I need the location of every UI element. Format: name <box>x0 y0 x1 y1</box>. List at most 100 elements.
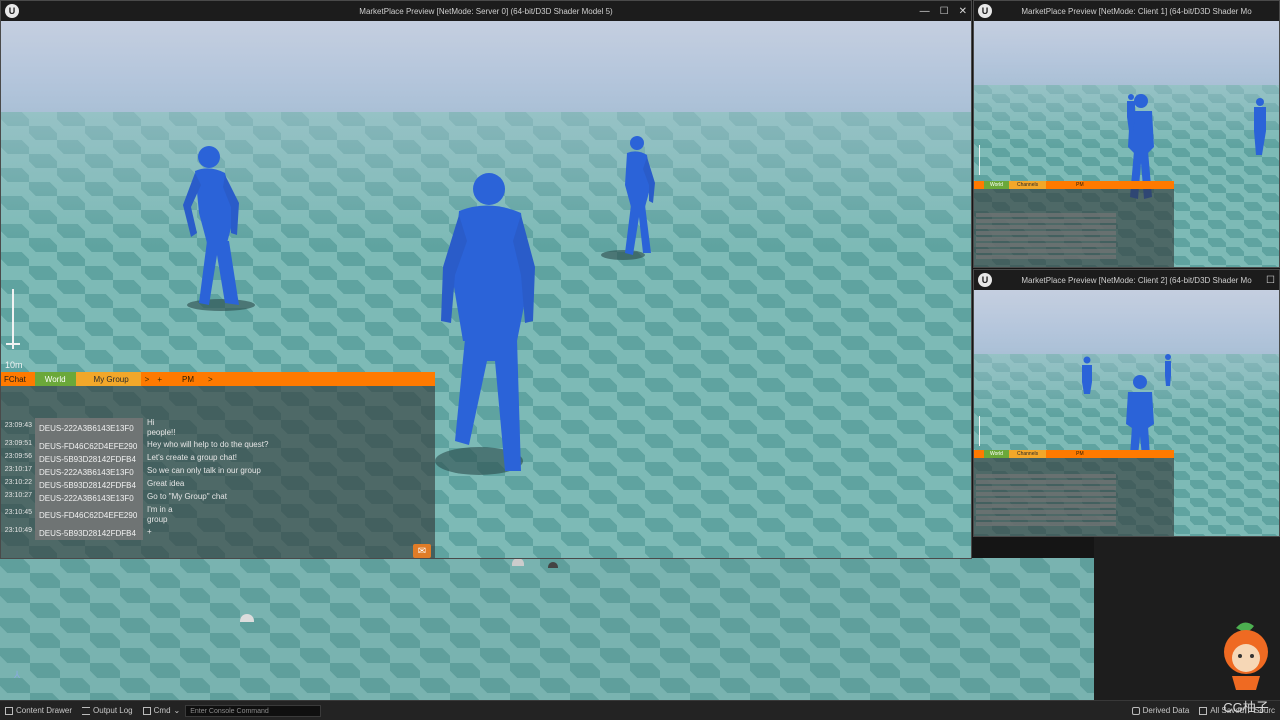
actor-icon[interactable] <box>240 614 254 622</box>
tab-world[interactable]: World <box>984 450 1009 458</box>
game-viewport[interactable]: World Channels PM <box>974 21 1279 267</box>
save-icon <box>1199 706 1208 715</box>
tab-pm[interactable]: PM <box>1046 181 1092 189</box>
message-user[interactable]: DEUS-FD46C62D4EFE290 <box>35 505 143 527</box>
message-time: 23:09:56 <box>4 453 32 460</box>
sky <box>974 290 1279 354</box>
game-viewport[interactable]: World Channels PM <box>974 290 1279 536</box>
unreal-logo-icon: U <box>978 273 992 287</box>
message-time: 23:10:45 <box>4 509 32 516</box>
tab-pm[interactable]: PM <box>1046 450 1092 458</box>
message-text: Hi people!! <box>147 418 176 437</box>
chevron-down-icon: ⌄ <box>173 706 181 715</box>
content-drawer-button[interactable]: Content Drawer <box>0 701 77 720</box>
terminal-icon <box>142 706 151 715</box>
chat-tab-bar: FChat World My Group > + PM > <box>1 372 435 386</box>
message-text: Go to "My Group" chat <box>147 492 227 501</box>
message-user[interactable]: DEUS-222A3B6143E13F0 <box>35 418 143 440</box>
maximize-icon[interactable]: ☐ <box>1266 275 1275 286</box>
tab-my-group[interactable]: My Group <box>75 372 141 386</box>
chat-message: 23:10:27 DEUS-222A3B6143E13F0 Go to "My … <box>1 492 435 505</box>
watermark-logo: CG柚子 <box>1214 618 1278 718</box>
tab-arrow-2[interactable]: > <box>204 372 217 386</box>
window-title: MarketPlace Preview [NetMode: Client 2] … <box>1021 275 1252 285</box>
message-time: 23:09:51 <box>4 440 32 447</box>
maximize-icon[interactable]: ☐ <box>940 6 949 17</box>
send-message-button[interactable]: ✉ <box>413 544 431 558</box>
tab-channels[interactable]: Channels <box>1008 450 1047 458</box>
output-log-label: Output Log <box>93 706 133 715</box>
message-time: 23:09:43 <box>4 422 32 429</box>
scale-bar <box>979 145 980 175</box>
window-title: MarketPlace Preview [NetMode: Server 0] … <box>359 6 613 16</box>
message-time: 23:10:22 <box>4 479 32 486</box>
chat-message: 23:10:49 DEUS-5B93D28142FDFB4 + <box>1 527 435 540</box>
cmd-label: Cmd <box>153 706 171 715</box>
window-titlebar[interactable]: U MarketPlace Preview [NetMode: Client 2… <box>974 270 1279 290</box>
client1-preview-window[interactable]: U MarketPlace Preview [NetMode: Client 1… <box>973 0 1280 268</box>
tab-arrow[interactable]: > <box>141 372 154 386</box>
message-time: 23:10:17 <box>4 466 32 473</box>
scale-bar-tick <box>6 343 20 345</box>
envelope-icon: ✉ <box>417 545 427 557</box>
console-command-input[interactable]: Enter Console Command <box>185 704 322 717</box>
actor-icon[interactable] <box>548 562 558 568</box>
character-right <box>601 136 655 260</box>
message-text: Hey who will help to do the quest? <box>147 440 269 449</box>
chat-tab-bar: World Channels PM <box>974 450 1174 458</box>
derived-data-button[interactable]: Derived Data <box>1127 701 1195 720</box>
chat-message: 23:10:45 DEUS-FD46C62D4EFE290 I'm in a g… <box>1 505 435 527</box>
unreal-logo-icon: U <box>978 4 992 18</box>
game-viewport[interactable]: 10m FChat World My Group > + PM > 23:09:… <box>1 21 971 558</box>
close-icon[interactable]: ✕ <box>959 6 967 17</box>
scale-bar <box>979 416 980 446</box>
minimize-icon[interactable]: — <box>920 6 930 17</box>
message-time: 23:10:49 <box>4 527 32 534</box>
window-titlebar[interactable]: U MarketPlace Preview [NetMode: Server 0… <box>1 1 971 21</box>
sky <box>974 21 1279 85</box>
chat-panel[interactable]: World Channels PM <box>974 181 1174 267</box>
message-user[interactable]: DEUS-222A3B6143E13F0 <box>35 466 143 479</box>
client2-preview-window[interactable]: U MarketPlace Preview [NetMode: Client 2… <box>973 269 1280 537</box>
drawer-icon <box>5 706 13 715</box>
message-user[interactable]: DEUS-5B93D28142FDFB4 <box>35 453 143 466</box>
tab-world[interactable]: World <box>34 372 76 386</box>
editor-viewport[interactable]: ⅄ <box>0 558 1094 700</box>
chat-panel[interactable]: World Channels PM <box>974 450 1174 536</box>
actor-icon[interactable] <box>512 558 524 566</box>
sky <box>1 21 971 113</box>
chat-message-lines <box>976 213 1116 259</box>
chat-message: 23:09:56 DEUS-5B93D28142FDFB4 Let's crea… <box>1 453 435 466</box>
message-text: Let's create a group chat! <box>147 453 238 462</box>
status-bar: Content Drawer Output Log Cmd ⌄ Enter Co… <box>0 700 1280 720</box>
add-tab-button[interactable]: + <box>153 372 166 386</box>
chat-message: 23:09:43 DEUS-222A3B6143E13F0 Hi people!… <box>1 418 435 440</box>
chat-message: 23:10:17 DEUS-222A3B6143E13F0 So we can … <box>1 466 435 479</box>
tab-world[interactable]: World <box>984 181 1009 189</box>
message-user[interactable]: DEUS-222A3B6143E13F0 <box>35 492 143 505</box>
message-time: 23:10:27 <box>4 492 32 499</box>
message-user[interactable]: DEUS-FD46C62D4EFE290 <box>35 440 143 453</box>
server-preview-window[interactable]: U MarketPlace Preview [NetMode: Server 0… <box>0 0 972 559</box>
chat-message-list[interactable]: 23:09:43 DEUS-222A3B6143E13F0 Hi people!… <box>1 418 435 540</box>
log-icon <box>82 706 91 715</box>
tab-channels[interactable]: Channels <box>1008 181 1047 189</box>
chat-message-lines <box>976 474 1116 526</box>
message-text: I'm in a group <box>147 505 173 524</box>
derived-data-label: Derived Data <box>1142 706 1190 715</box>
message-text: + <box>147 527 152 536</box>
scale-bar <box>12 289 14 349</box>
output-log-button[interactable]: Output Log <box>77 701 138 720</box>
cmd-dropdown[interactable]: Cmd ⌄ <box>138 701 186 720</box>
character <box>1127 94 1135 131</box>
window-titlebar[interactable]: U MarketPlace Preview [NetMode: Client 1… <box>974 1 1279 21</box>
chat-panel[interactable]: FChat World My Group > + PM > 23:09:43 D… <box>1 372 435 558</box>
character <box>1254 98 1266 155</box>
message-user[interactable]: DEUS-5B93D28142FDFB4 <box>35 479 143 492</box>
message-user[interactable]: DEUS-5B93D28142FDFB4 <box>35 527 143 540</box>
orange-mascot-icon <box>1224 622 1268 690</box>
scale-label: 10m <box>5 360 23 370</box>
tab-pm[interactable]: PM <box>166 372 204 386</box>
character <box>1082 356 1092 394</box>
chat-tab-bar: World Channels PM <box>974 181 1174 189</box>
